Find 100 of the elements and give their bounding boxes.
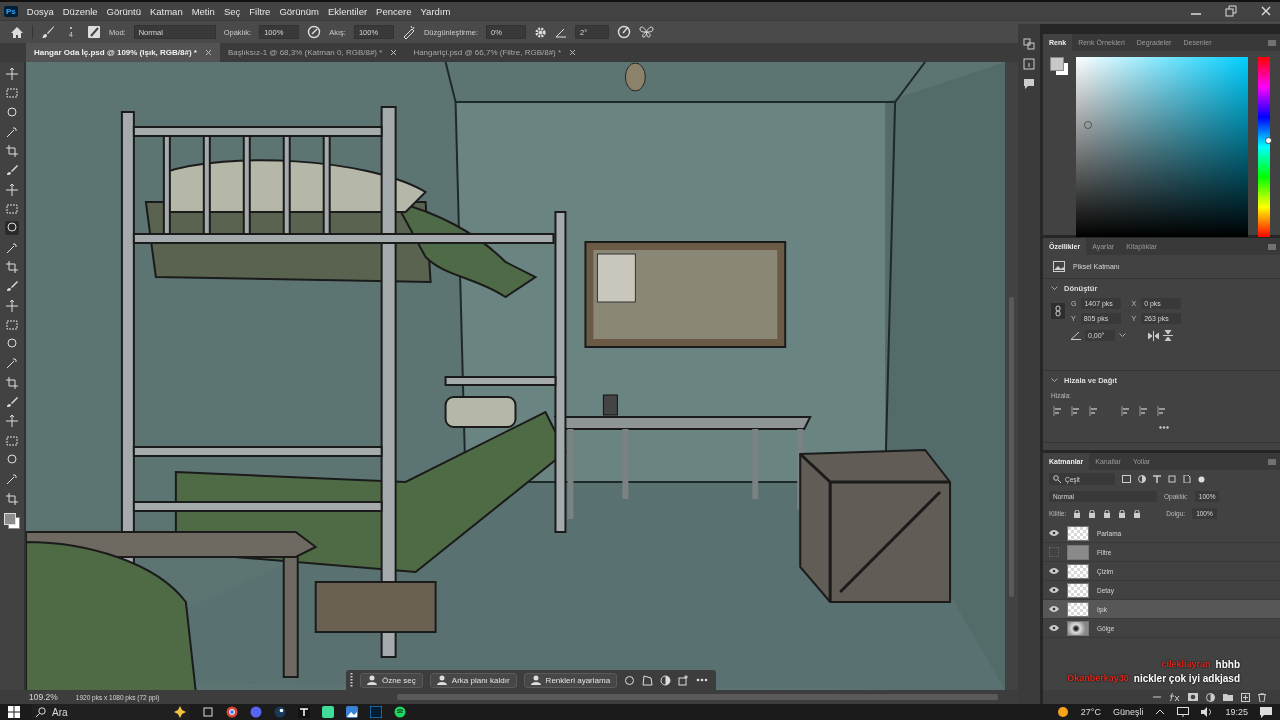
- align-icon[interactable]: [1121, 406, 1131, 416]
- transform-icon[interactable]: [1168, 475, 1176, 483]
- lock-icon[interactable]: [1073, 509, 1082, 518]
- pressure-icon[interactable]: [307, 25, 322, 39]
- restore-icon[interactable]: [1225, 5, 1237, 17]
- task-view-icon[interactable]: [202, 706, 214, 718]
- color-picker-field[interactable]: [1076, 57, 1248, 237]
- brush-settings-icon[interactable]: [87, 25, 101, 39]
- chevron-up-icon[interactable]: [1155, 709, 1166, 715]
- music-app-icon[interactable]: [394, 706, 406, 718]
- visibility-toggle[interactable]: [1049, 547, 1059, 557]
- type-icon[interactable]: [1153, 475, 1161, 483]
- image-app-icon[interactable]: [346, 706, 358, 718]
- hue-slider[interactable]: [1258, 57, 1270, 237]
- comment-icon[interactable]: [1023, 78, 1035, 90]
- history-icon[interactable]: [1023, 38, 1035, 50]
- menu-item[interactable]: Seç: [223, 5, 241, 17]
- mask-icon[interactable]: [1188, 693, 1198, 701]
- layer-thumbnail: [1067, 601, 1089, 617]
- layers-add-icon[interactable]: [678, 674, 690, 686]
- eye-icon[interactable]: [1049, 568, 1059, 574]
- pressure-size-icon[interactable]: [617, 25, 632, 39]
- angle-icon: [555, 26, 568, 38]
- color-swatches[interactable]: [1050, 57, 1068, 75]
- align-icon[interactable]: [1089, 406, 1099, 416]
- browser-icon[interactable]: [226, 706, 238, 718]
- document-tab[interactable]: Hangariçi.psd @ 66,7% (Filtre, RGB/8#) *: [405, 43, 585, 62]
- wand-icon[interactable]: [5, 124, 19, 139]
- menu-item[interactable]: Görüntü: [106, 5, 141, 17]
- eye-icon[interactable]: [1049, 625, 1059, 631]
- menu-item[interactable]: Düzenle: [62, 5, 98, 17]
- notification-icon[interactable]: [1260, 706, 1272, 718]
- windows-logo-icon[interactable]: [8, 706, 20, 718]
- align-icon[interactable]: [1139, 406, 1149, 416]
- context-button[interactable]: Arka planı kaldır: [429, 672, 517, 688]
- trash-icon[interactable]: [1258, 692, 1266, 702]
- eye-icon[interactable]: [1049, 606, 1059, 612]
- hue-slider-thumb[interactable]: [1265, 136, 1272, 144]
- layer-thumbnail: [1067, 563, 1089, 579]
- lock-icon[interactable]: [1103, 509, 1112, 518]
- context-button[interactable]: Renkleri ayarlama: [523, 672, 618, 688]
- scrollbar-thumb[interactable]: [397, 694, 998, 700]
- align-icon[interactable]: [1157, 406, 1167, 416]
- speaker-icon[interactable]: [1201, 707, 1214, 717]
- lock-icon[interactable]: [1133, 509, 1142, 518]
- search-field[interactable]: Ara: [32, 704, 190, 720]
- flip-horizontal-icon[interactable]: [1148, 330, 1159, 341]
- close-icon[interactable]: [1260, 5, 1272, 17]
- menu-item[interactable]: Yardım: [420, 5, 451, 17]
- close-icon[interactable]: [390, 49, 398, 56]
- contrast-icon[interactable]: [660, 674, 672, 686]
- image-icon[interactable]: [1122, 475, 1131, 483]
- document-tab[interactable]: Hangar Oda İç.psd @ 109% (Işık, RGB/8#) *: [26, 43, 220, 62]
- eye-icon[interactable]: [1049, 587, 1059, 593]
- game-store-icon[interactable]: [274, 706, 286, 718]
- airbrush-icon[interactable]: [401, 25, 416, 39]
- menu-item[interactable]: Görünüm: [279, 5, 319, 17]
- home-icon[interactable]: [10, 25, 24, 39]
- contrast-icon[interactable]: [1138, 475, 1146, 483]
- info-icon[interactable]: [1023, 58, 1035, 70]
- flip-vertical-icon[interactable]: [1163, 330, 1173, 341]
- lock-icon[interactable]: [1088, 509, 1097, 518]
- menu-item[interactable]: Filtre: [249, 5, 271, 17]
- menu-item[interactable]: Dosya: [26, 5, 54, 17]
- close-icon[interactable]: [204, 49, 212, 56]
- menu-item[interactable]: Metin: [191, 5, 215, 17]
- color-swatches[interactable]: [4, 512, 20, 529]
- scrollbar-thumb[interactable]: [1009, 297, 1014, 597]
- menu-item[interactable]: Eklentiler: [328, 5, 368, 17]
- chevron-icon[interactable]: [1119, 333, 1126, 338]
- contrast-icon[interactable]: [1206, 692, 1215, 702]
- lock-icon[interactable]: [1118, 509, 1127, 518]
- close-icon[interactable]: [569, 49, 577, 56]
- app-icon[interactable]: [298, 706, 310, 718]
- chat-app-icon[interactable]: [250, 706, 262, 718]
- toggle-icon[interactable]: [1198, 475, 1205, 483]
- photo-editor-icon[interactable]: [370, 706, 382, 718]
- add-icon[interactable]: [1241, 692, 1250, 702]
- settings-icon[interactable]: [534, 25, 548, 39]
- context-button[interactable]: Özne seç: [360, 672, 423, 688]
- grip-icon[interactable]: [350, 673, 353, 687]
- chevron-icon[interactable]: [1051, 378, 1058, 383]
- align-icon[interactable]: [1071, 406, 1081, 416]
- camera-app-icon[interactable]: [322, 706, 334, 718]
- document-tab[interactable]: Başlıksız-1 @ 68,3% (Katman 0, RGB/8#) *: [219, 43, 406, 62]
- transform-icon[interactable]: [642, 674, 654, 686]
- folder-icon[interactable]: [1223, 693, 1233, 701]
- align-icon[interactable]: [1053, 406, 1063, 416]
- marquee-icon[interactable]: [5, 86, 19, 101]
- menu-item[interactable]: Pencere: [376, 5, 412, 17]
- smart-object-icon[interactable]: [1183, 475, 1191, 483]
- menu-item[interactable]: Katman: [149, 5, 183, 17]
- eye-icon[interactable]: [1049, 530, 1059, 536]
- crop-icon[interactable]: [5, 144, 19, 159]
- move-icon[interactable]: [5, 67, 19, 81]
- lasso-icon[interactable]: [5, 105, 19, 120]
- monitor-icon[interactable]: [1177, 707, 1190, 717]
- butterfly-icon[interactable]: [639, 25, 655, 39]
- chevron-icon[interactable]: [1051, 286, 1058, 291]
- effects-icon[interactable]: [1170, 693, 1180, 701]
